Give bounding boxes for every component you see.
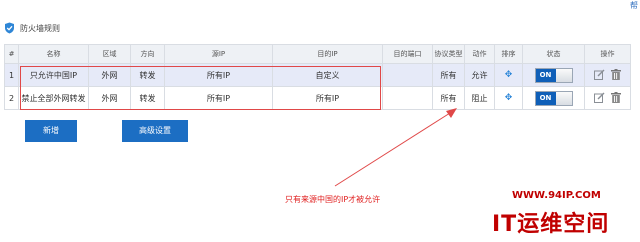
watermark-brand: IT运维空间: [492, 212, 610, 237]
annotation-text: 只有来源中国的IP才被允许: [285, 195, 381, 204]
watermark-url: WWW.94IP.COM: [512, 190, 601, 201]
